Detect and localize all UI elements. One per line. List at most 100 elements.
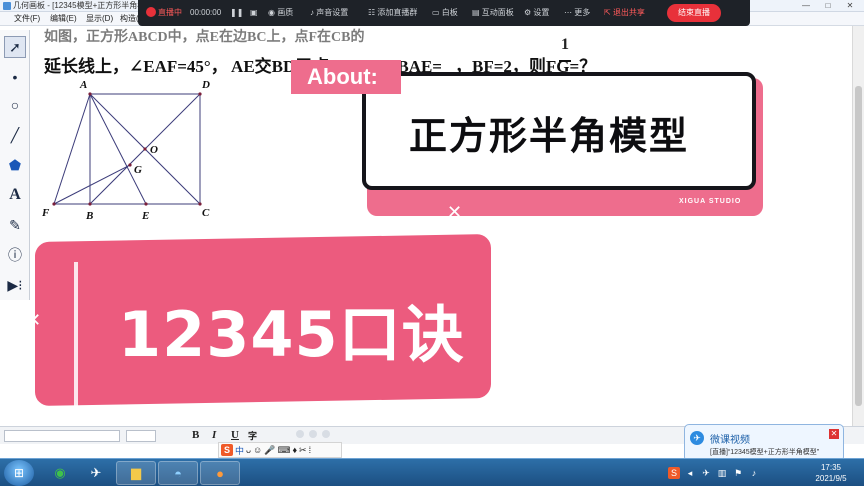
taskbar-wechat[interactable]: ◉ <box>40 461 80 485</box>
loading-dots <box>296 430 330 438</box>
sound-settings-button[interactable]: ♪ 声音设置 <box>310 0 348 26</box>
taskbar-explorer[interactable]: ▆ <box>116 461 156 485</box>
label-a: A <box>79 79 87 91</box>
tray-volume-icon[interactable]: ♪ <box>748 467 760 479</box>
minimize-button[interactable]: — <box>796 1 816 11</box>
whiteboard-icon: ▭ <box>432 8 442 17</box>
font-family-select[interactable] <box>4 430 120 442</box>
exit-share-button[interactable]: ⇱ 退出共享 <box>604 0 645 26</box>
marker-tool[interactable]: ✎ <box>4 214 26 236</box>
menu-file[interactable]: 文件(F) <box>14 12 40 26</box>
camera-icon[interactable]: ▣ <box>250 0 258 26</box>
point-d[interactable] <box>198 92 202 96</box>
label-d: D <box>201 79 210 91</box>
maximize-button[interactable]: □ <box>818 1 838 11</box>
notification-title: 微课视频 <box>710 435 750 446</box>
point-o[interactable] <box>143 147 147 151</box>
custom-tool[interactable]: ▶⁝ <box>4 274 26 296</box>
label-f: F <box>41 207 50 219</box>
vertical-scrollbar[interactable] <box>852 26 864 426</box>
tray-bird-icon[interactable]: ✈ <box>700 467 712 479</box>
text-tool[interactable]: A <box>4 184 26 206</box>
whiteboard-button[interactable]: ▭ 白板 <box>432 0 458 26</box>
point-b[interactable] <box>88 202 92 206</box>
studio-watermark: XIGUA STUDIO <box>679 198 742 205</box>
tool-palette: ➚ • ○ ╱ ⬟ A ✎ ⓘ ▶⁝ <box>0 30 30 300</box>
skin-icon[interactable]: ♦ <box>292 445 297 455</box>
interactive-panel-button[interactable]: ▤ 互动面板 <box>472 0 514 26</box>
add-live-group-label: 添加直播群 <box>377 8 418 17</box>
end-live-button[interactable]: 结束直播 <box>667 4 721 22</box>
window-title: 几何画板 - [12345模型+正方形半角模 <box>13 1 146 10</box>
point-tool[interactable]: • <box>4 66 26 88</box>
polygon-icon: ⬟ <box>8 156 22 173</box>
select-arrow-tool[interactable]: ➚ <box>4 36 26 58</box>
microphone-icon[interactable]: 🎤 <box>264 445 275 456</box>
character-style-button[interactable]: 字 <box>248 429 257 442</box>
quality-button[interactable]: ◉ 画质 <box>268 0 293 26</box>
group-icon: ☷ <box>368 8 378 17</box>
point-a[interactable] <box>88 92 92 96</box>
exit-share-label: 退出共享 <box>612 8 645 17</box>
ime-mode-toggle[interactable]: 中 <box>235 444 244 457</box>
underline-button[interactable]: U <box>231 429 239 441</box>
windows-logo-icon: ⊞ <box>13 466 25 480</box>
play-more-icon: ▶⁝ <box>7 276 23 293</box>
start-button[interactable]: ⊞ <box>4 460 34 486</box>
scrollbar-thumb[interactable] <box>855 86 862 406</box>
menu-construct[interactable]: 构造( <box>120 12 139 26</box>
line-tool[interactable]: ╱ <box>4 124 26 146</box>
italic-button[interactable]: I <box>212 429 216 441</box>
exit-share-icon: ⇱ <box>604 8 613 17</box>
polygon-tool[interactable]: ⬟ <box>4 154 26 176</box>
tray-speaker-icon[interactable]: ◂ <box>684 467 696 479</box>
label-e: E <box>141 210 149 222</box>
tray-flag-icon[interactable]: ⚑ <box>732 467 744 479</box>
live-dot-icon <box>146 7 156 17</box>
keyboard-icon[interactable]: ⌨ <box>277 445 290 456</box>
tray-sogou-icon[interactable]: S <box>668 467 680 479</box>
x-mark-icon: ✕ <box>447 202 463 222</box>
menu-display[interactable]: 显示(D) <box>86 12 113 26</box>
taskbar-clock[interactable]: 17:35 2021/9/5 <box>806 462 856 484</box>
text-icon: A <box>9 186 21 203</box>
x-mark-icon-left: ✕ <box>26 310 42 330</box>
circle-tool[interactable]: ○ <box>4 94 26 116</box>
window-controls: — □ ✕ <box>796 1 860 11</box>
info-tool[interactable]: ⓘ <box>4 244 26 266</box>
point-f[interactable] <box>52 202 56 206</box>
settings-button[interactable]: ⚙ 设置 <box>524 0 549 26</box>
pause-icon[interactable]: ❚❚ <box>230 0 243 26</box>
mnemonic-card-stripe <box>74 262 78 412</box>
notification-close-button[interactable]: ✕ <box>829 429 839 439</box>
notification-body: [直播]“12345模型+正方形半角模型” <box>710 449 820 456</box>
paper-plane-icon: ✈ <box>90 465 102 480</box>
notification-popup[interactable]: ✈ 微课视频 [直播]“12345模型+正方形半角模型” ✕ <box>684 424 844 462</box>
point-e[interactable] <box>144 202 148 206</box>
taskbar-feishu[interactable]: ✈ <box>76 461 116 485</box>
interactive-panel-label: 互动面板 <box>481 8 514 17</box>
bold-button[interactable]: B <box>192 429 199 441</box>
emoji-icon[interactable]: ☺ <box>253 445 262 455</box>
close-button[interactable]: ✕ <box>840 1 860 11</box>
folder-icon: ▆ <box>131 465 141 480</box>
tray-network-icon[interactable]: ▥ <box>716 467 728 479</box>
point-c[interactable] <box>198 202 202 206</box>
more-button[interactable]: ⋯ 更多 <box>564 0 590 26</box>
ime-toolbar[interactable]: S 中 ᴗ ☺ 🎤 ⌨ ♦ ✂ ⁞ <box>218 442 342 458</box>
mnemonic-text: 12345口诀 <box>118 298 465 371</box>
fraction-bar <box>559 60 571 62</box>
font-size-select[interactable] <box>126 430 156 442</box>
add-live-group-button[interactable]: ☷ 添加直播群 <box>368 0 417 26</box>
about-card-title: 正方形半角模型 <box>408 114 689 158</box>
point-g[interactable] <box>128 163 132 167</box>
menu-grid-icon[interactable]: ⁞ <box>309 445 312 455</box>
settings-label: 设置 <box>533 8 550 17</box>
taskbar-sketchpad[interactable]: ◓ <box>158 461 198 485</box>
tools-icon[interactable]: ✂ <box>299 445 307 456</box>
label-b: B <box>85 210 93 222</box>
menu-edit[interactable]: 编辑(E) <box>50 12 77 26</box>
geometry-figure[interactable]: A D O G F B E C <box>34 74 224 224</box>
taskbar-camera[interactable]: ● <box>200 461 240 485</box>
punctuation-icon[interactable]: ᴗ <box>246 445 251 455</box>
